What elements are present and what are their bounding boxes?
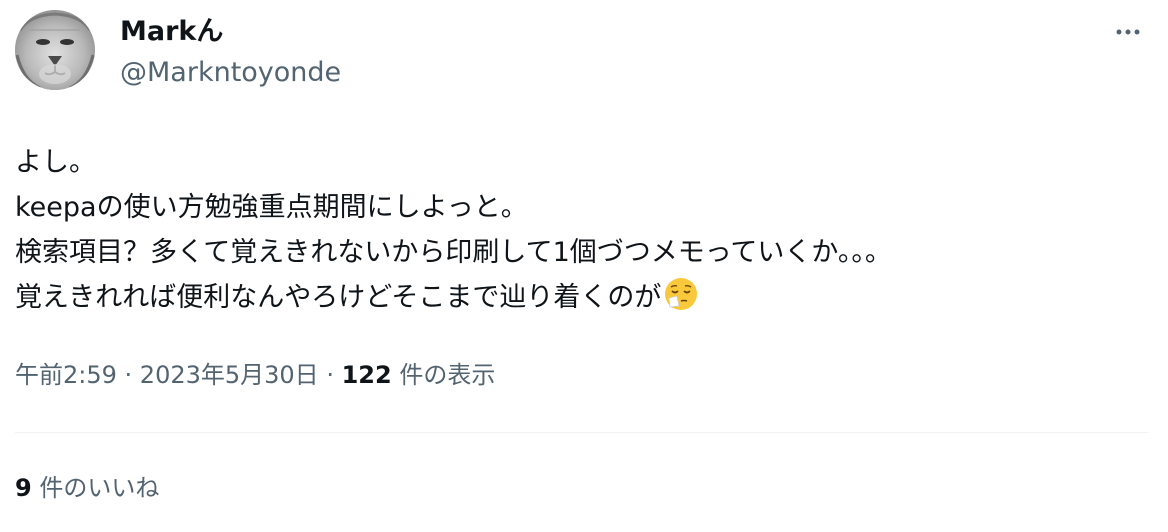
tweet-text-line: keepaの使い方勉強重点期間にしよっと。 [15,192,528,223]
meta-separator: · [116,361,140,389]
tweet-text-line: 検索項目？多くて覚えきれないから印刷して1個づつメモっていくか。。。 [15,237,892,268]
avatar[interactable] [15,10,95,90]
meta-separator: · [318,361,342,389]
likes-label: 件のいいね [31,474,160,502]
tweet-text-line-with-emoji: 覚えきれれば便利なんやろけどそこまで辿り着くのが [15,275,1135,326]
relieved-face-with-tissue-emoji [663,276,699,326]
tweet-text-line: 覚えきれれば便利なんやろけどそこまで辿り着くのが [15,282,662,313]
user-handle[interactable]: @Marknt​oyonde [120,55,341,91]
tweet-text: よし。 keepaの使い方勉強重点期間にしよっと。 検索項目？多くて覚えきれない… [15,140,1135,326]
tweet-date-link[interactable]: 2023年5月30日 [140,361,319,389]
views-label: 件の表示 [391,361,496,389]
more-options-button[interactable] [1108,16,1148,48]
tweet-meta: 午前2:59 · 2023年5月30日 · 122 件の表示 [15,357,495,393]
display-name[interactable]: Markん [120,14,223,50]
views-count: 122 [341,361,392,389]
divider [15,432,1148,433]
likes-count: 9 [15,474,32,502]
likes-link[interactable]: 9 件のいいね [15,470,159,506]
tweet-card: Markん @Marknt​oyonde よし。 keepaの使い方勉強重点期間… [0,0,1168,532]
tweet-time-link[interactable]: 午前2:59 [15,361,117,389]
lion-avatar-image [15,10,95,90]
more-horizontal-icon [1116,29,1140,35]
tweet-text-line: よし。 [15,147,96,178]
